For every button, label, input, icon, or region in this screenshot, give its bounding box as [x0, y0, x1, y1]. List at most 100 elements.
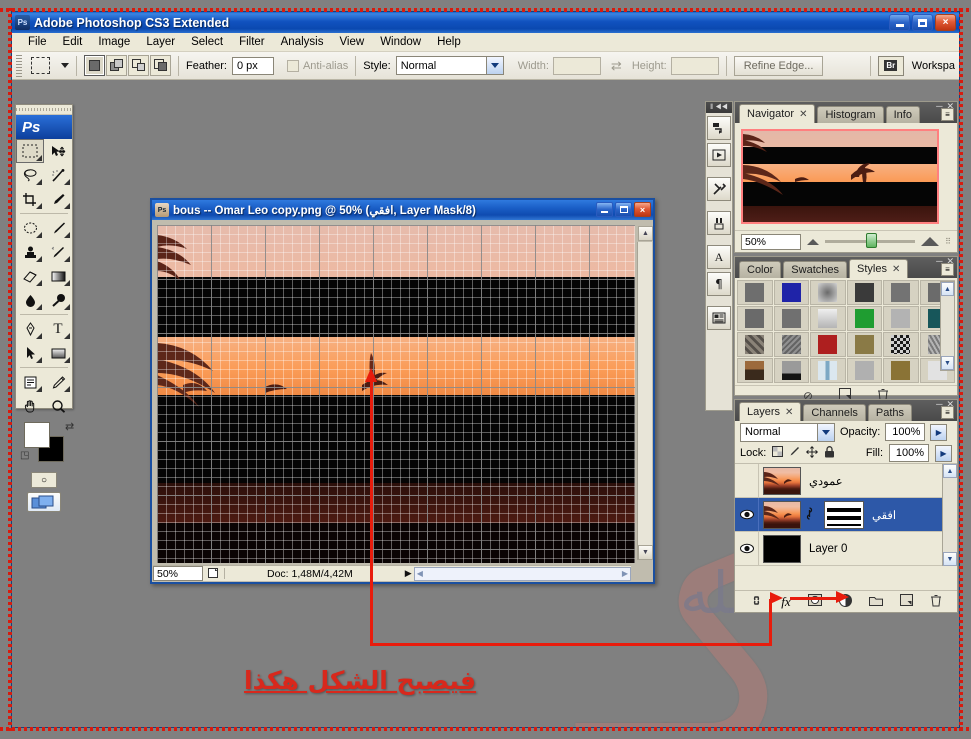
style-swatch[interactable] — [810, 358, 846, 383]
hand-tool[interactable] — [16, 394, 44, 418]
anti-alias-box[interactable] — [286, 59, 299, 72]
move-tool[interactable] — [44, 139, 72, 163]
pen-tool[interactable] — [16, 317, 44, 341]
style-select[interactable]: Normal — [395, 56, 504, 75]
scroll-up-arrow[interactable]: ▲ — [941, 282, 954, 296]
tab-layers[interactable]: Layers ✕ — [739, 402, 802, 421]
layer-visibility-toggle[interactable] — [735, 498, 759, 531]
menu-edit[interactable]: Edit — [55, 34, 91, 50]
styles-scrollbar[interactable]: ▲ ▼ — [940, 281, 955, 371]
layers-panel-menu-icon[interactable]: ≡ — [941, 406, 954, 419]
style-swatch[interactable] — [846, 358, 882, 383]
close-icon[interactable]: ✕ — [785, 407, 793, 418]
style-swatch[interactable] — [883, 280, 919, 305]
width-input[interactable] — [552, 56, 601, 75]
swap-colors-icon[interactable]: ⇄ — [65, 420, 74, 433]
lasso-tool[interactable] — [16, 163, 44, 187]
tab-paths[interactable]: Paths — [867, 404, 913, 421]
document-close-button[interactable]: × — [634, 202, 651, 217]
menu-layer[interactable]: Layer — [138, 34, 183, 50]
quick-mask-button[interactable]: ○ — [31, 472, 57, 488]
new-selection-button[interactable] — [84, 55, 105, 76]
document-title-bar[interactable]: Ps bous -- Omar Leo copy.png @ 50% (افقي… — [152, 200, 653, 220]
layer-thumbnail[interactable] — [763, 466, 801, 495]
toolbox-gripper[interactable] — [16, 105, 72, 115]
style-swatch[interactable] — [737, 332, 773, 357]
tab-swatches[interactable]: Swatches — [783, 261, 847, 278]
zoom-out-icon[interactable] — [807, 238, 819, 245]
default-colors-icon[interactable]: ◳ — [20, 450, 29, 461]
layer-name[interactable]: عمودي — [809, 474, 843, 488]
layer-visibility-toggle[interactable] — [735, 532, 759, 565]
gradient-tool[interactable] — [44, 264, 72, 288]
screen-mode-button[interactable] — [27, 492, 61, 512]
intersect-selection-button[interactable] — [150, 55, 171, 76]
minimize-button[interactable] — [889, 14, 910, 31]
go-to-bridge-button[interactable]: Br — [877, 55, 904, 76]
character-panel-icon[interactable]: A — [707, 245, 731, 269]
document-maximize-button[interactable] — [615, 202, 632, 217]
navigator-slider-handle[interactable] — [865, 233, 877, 248]
brush-tool[interactable] — [44, 216, 72, 240]
new-group-icon[interactable] — [868, 595, 883, 609]
style-swatch[interactable] — [810, 280, 846, 305]
magic-wand-tool[interactable] — [44, 163, 72, 187]
layer-mask-thumbnail[interactable] — [824, 500, 864, 529]
navigator-thumbnail[interactable] — [741, 129, 939, 224]
table-row[interactable]: عمودي — [735, 464, 957, 498]
opacity-input[interactable]: 100% — [885, 423, 926, 441]
document-zoom-field[interactable]: 50% — [153, 566, 203, 581]
scroll-down-arrow[interactable]: ▼ — [638, 545, 653, 560]
document-preview-icon[interactable] — [203, 568, 225, 579]
refine-edge-button[interactable]: Refine Edge... — [733, 55, 824, 76]
healing-brush-tool[interactable] — [16, 216, 44, 240]
eyedropper-tool[interactable] — [44, 187, 72, 211]
style-swatch[interactable] — [883, 332, 919, 357]
scroll-up-arrow[interactable]: ▲ — [638, 226, 653, 241]
fill-input[interactable]: 100% — [889, 444, 929, 462]
menu-select[interactable]: Select — [183, 34, 231, 50]
delete-layer-icon[interactable] — [930, 594, 942, 610]
document-horizontal-scrollbar[interactable]: ◀ ▶ — [413, 566, 631, 581]
menu-view[interactable]: View — [331, 34, 372, 50]
document-minimize-button[interactable] — [596, 202, 613, 217]
style-swatch[interactable] — [846, 306, 882, 331]
eraser-tool[interactable] — [16, 264, 44, 288]
table-row[interactable]: Layer 0 — [735, 532, 957, 566]
scroll-right-arrow[interactable]: ▶ — [622, 569, 628, 578]
opacity-stepper[interactable]: ▶ — [930, 423, 948, 441]
lock-image-pixels-icon[interactable] — [789, 446, 800, 460]
style-swatch[interactable] — [737, 280, 773, 305]
lock-position-icon[interactable] — [806, 445, 819, 461]
rectangular-marquee-tool[interactable] — [16, 139, 44, 163]
icon-dock-gripper[interactable]: ⦀ ◀◀ — [706, 102, 732, 113]
resize-grip-icon[interactable]: ⠿ — [945, 237, 951, 246]
status-play-icon[interactable]: ▶ — [405, 568, 412, 579]
lock-transparent-pixels-icon[interactable] — [772, 446, 784, 460]
path-selection-tool[interactable] — [16, 341, 44, 365]
shape-tool[interactable] — [44, 341, 72, 365]
blur-tool[interactable] — [16, 288, 44, 312]
actions-panel-icon[interactable] — [707, 143, 731, 167]
style-swatch[interactable] — [737, 358, 773, 383]
style-swatch[interactable] — [773, 332, 809, 357]
history-panel-icon[interactable] — [707, 116, 731, 140]
zoom-in-icon[interactable] — [921, 237, 940, 246]
layer-name[interactable]: افقي — [872, 508, 896, 522]
paragraph-panel-icon[interactable]: ¶ — [707, 272, 731, 296]
layer-thumbnail[interactable] — [763, 500, 801, 529]
menu-image[interactable]: Image — [90, 34, 138, 50]
tool-presets-panel-icon[interactable] — [707, 177, 731, 201]
blend-mode-select[interactable]: Normal — [740, 422, 835, 442]
layer-mask-link-icon[interactable] — [805, 506, 814, 523]
subtract-from-selection-button[interactable] — [128, 55, 149, 76]
layer-visibility-toggle[interactable] — [735, 464, 759, 497]
style-swatch[interactable] — [846, 332, 882, 357]
menu-window[interactable]: Window — [372, 34, 429, 50]
chevron-down-icon[interactable] — [817, 423, 834, 441]
layer-thumbnail[interactable] — [763, 534, 801, 563]
menu-filter[interactable]: Filter — [231, 34, 273, 50]
notes-tool[interactable] — [16, 370, 44, 394]
layers-scrollbar[interactable]: ▲ ▼ — [942, 464, 957, 566]
style-swatch[interactable] — [773, 306, 809, 331]
